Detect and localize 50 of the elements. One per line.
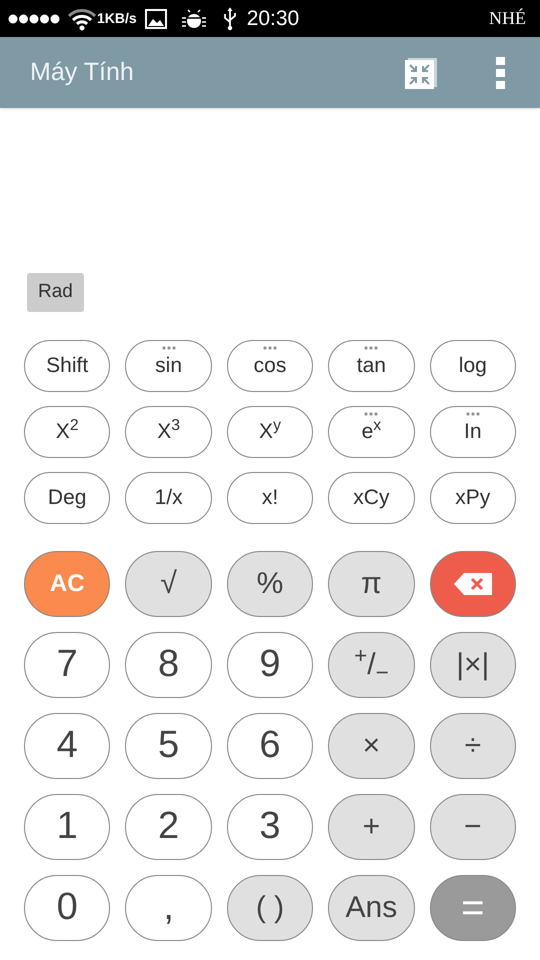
function-key[interactable]: tan <box>328 340 415 392</box>
digit-key[interactable]: 1 <box>24 794 110 860</box>
menu-icon[interactable] <box>496 56 506 88</box>
function-key[interactable]: X$^{3}$ <box>125 406 212 458</box>
digit-key[interactable]: 8 <box>125 632 212 698</box>
status-time: 20:30 <box>246 6 300 32</box>
function-key[interactable]: Shift <box>24 340 110 392</box>
function-key[interactable]: sin <box>125 340 212 392</box>
operator-key[interactable]: + <box>328 794 415 860</box>
function-key[interactable]: e$^{x}$ <box>328 406 415 458</box>
digit-key[interactable]: 9 <box>226 632 314 698</box>
function-key[interactable]: log <box>430 340 516 392</box>
function-key[interactable]: xPy <box>430 472 516 524</box>
operator-key[interactable]: Ans <box>328 874 415 940</box>
function-key[interactable]: 1/x <box>125 472 212 524</box>
operator-key[interactable]: % <box>226 550 314 616</box>
digit-key[interactable]: 7 <box>24 632 110 698</box>
digit-key[interactable]: , <box>125 874 212 940</box>
backspace-icon <box>452 572 493 596</box>
digit-key[interactable]: 6 <box>226 712 314 778</box>
operator-key[interactable]: $^{+}$/$_{−}$ <box>328 632 415 698</box>
digit-key[interactable]: 3 <box>226 794 314 860</box>
wifi-icon <box>67 6 97 30</box>
function-key[interactable]: Deg <box>24 472 110 524</box>
signal-icon <box>8 14 60 24</box>
function-key[interactable]: X$^{y}$ <box>226 406 314 458</box>
collapse-icon[interactable] <box>404 56 438 88</box>
function-key[interactable]: xCy <box>328 472 415 524</box>
operator-key[interactable]: √ <box>125 550 212 616</box>
operator-key[interactable]: − <box>430 794 516 860</box>
carrier-name: NHÉ <box>489 7 526 30</box>
digit-key[interactable]: 2 <box>125 794 212 860</box>
function-key[interactable]: x! <box>226 472 314 524</box>
function-key[interactable]: In <box>430 406 516 458</box>
operator-key[interactable]: π <box>328 550 415 616</box>
mode-badge: Rad <box>27 273 84 312</box>
network-speed: 1KB/s <box>97 9 137 28</box>
function-key[interactable]: cos <box>226 340 314 392</box>
digit-key[interactable]: 4 <box>24 712 110 778</box>
operator-key[interactable]: × <box>328 712 415 778</box>
operator-key[interactable]: ÷ <box>430 712 516 778</box>
usb-icon <box>222 6 237 30</box>
operator-key[interactable]: ( ) <box>226 874 314 940</box>
function-key[interactable]: X$^{2}$ <box>24 406 110 458</box>
digit-key[interactable]: 0 <box>24 874 110 940</box>
image-icon <box>144 8 167 28</box>
bug-icon <box>180 8 207 28</box>
digit-key[interactable]: 5 <box>125 712 212 778</box>
operator-key[interactable]: |×| <box>430 632 516 698</box>
app-title: Máy Tính <box>30 56 134 88</box>
